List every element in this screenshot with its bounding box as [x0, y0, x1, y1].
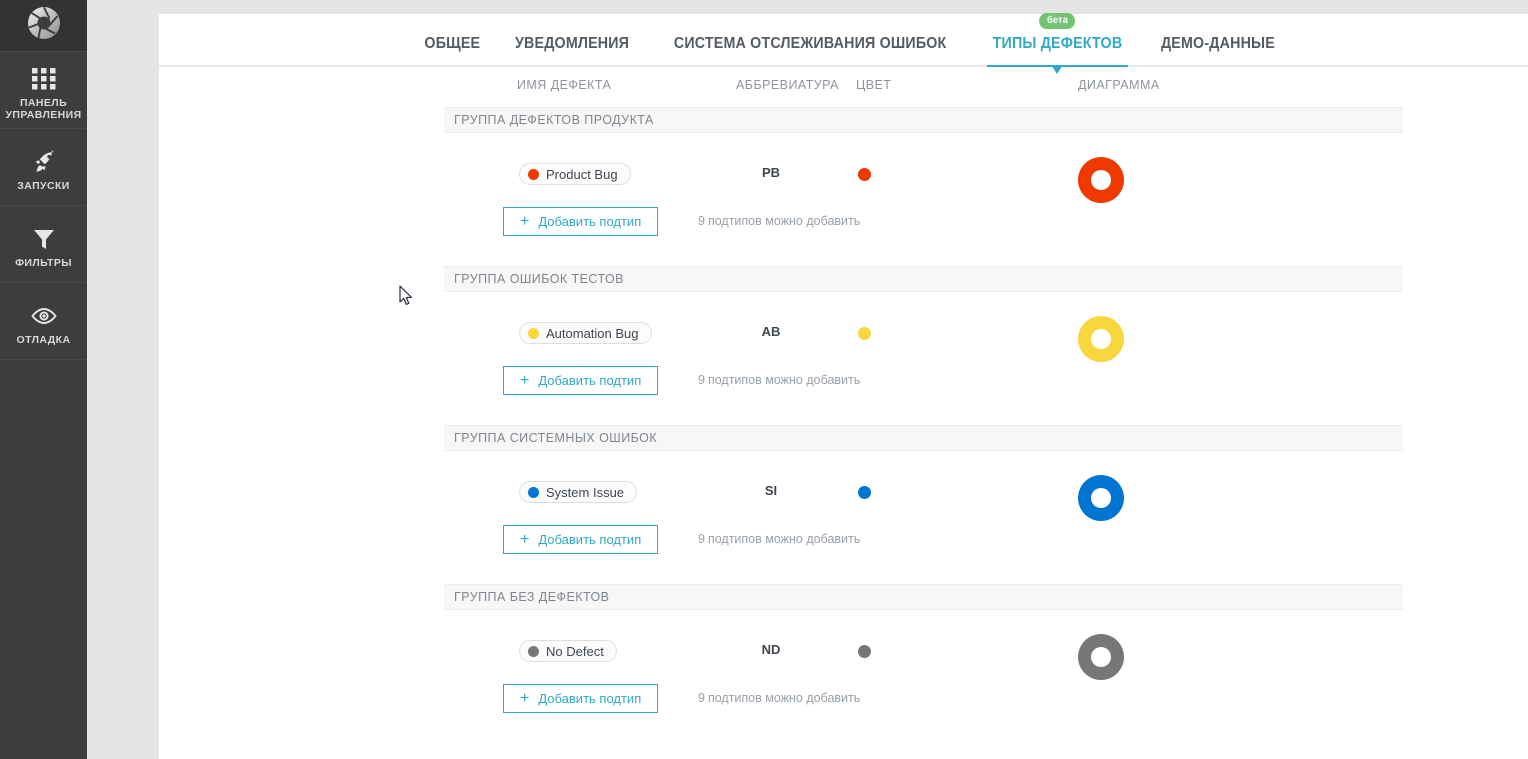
plus-icon: + [520, 691, 529, 707]
main-content-panel: ОБЩЕЕ УВЕДОМЛЕНИЯ СИСТЕМА ОТСЛЕЖИВАНИЯ О… [159, 14, 1528, 759]
defect-name-label: Product Bug [546, 167, 618, 182]
add-subtype-button-label: Добавить подтип [538, 532, 641, 547]
defect-name-badge[interactable]: System Issue [519, 481, 637, 503]
add-subtype-button-label: Добавить подтип [538, 373, 641, 388]
defect-color-swatch [858, 168, 871, 181]
remaining-subtypes-text: 9подтипов можно добавить [698, 214, 860, 228]
defect-group-label: ГРУППА БЕЗ ДЕФЕКТОВ [454, 590, 609, 604]
defect-abbreviation: SI [736, 483, 806, 498]
defect-color-dot-icon [528, 169, 539, 180]
add-subtype-button[interactable]: + Добавить подтип [503, 366, 658, 395]
defect-group-body: System Issue SI + Добавить подтип 9подти… [159, 451, 1528, 584]
defect-color-dot-icon [528, 646, 539, 657]
sidebar-item-launches-label: ЗАПУСКИ [17, 180, 69, 192]
defect-name-label: Automation Bug [546, 326, 639, 341]
defect-group: ГРУППА БЕЗ ДЕФЕКТОВ No Defect ND + Добав… [159, 584, 1528, 743]
remaining-subtypes-label: подтипов можно добавить [708, 214, 860, 228]
tab-defect-types[interactable]: бета ТИПЫ ДЕФЕКТОВ [979, 35, 1134, 65]
defect-color-swatch [858, 327, 871, 340]
defect-group-header: ГРУППА БЕЗ ДЕФЕКТОВ [444, 584, 1403, 610]
beta-badge: бета [1039, 13, 1075, 29]
column-header-defect-name: ИМЯ ДЕФЕКТА [517, 78, 611, 92]
add-subtype-button-label: Добавить подтип [538, 691, 641, 706]
defect-group-header: ГРУППА ДЕФЕКТОВ ПРОДУКТА [444, 107, 1403, 133]
plus-icon: + [520, 214, 529, 230]
add-subtype-button-label: Добавить подтип [538, 214, 641, 229]
remaining-subtypes-count: 9 [698, 532, 705, 546]
column-header-abbreviation: АББРЕВИАТУРА [736, 78, 839, 92]
defect-name-badge[interactable]: Product Bug [519, 163, 631, 185]
defect-name-label: No Defect [546, 644, 604, 659]
defect-name-label: System Issue [546, 485, 624, 500]
aperture-logo-icon [27, 6, 61, 45]
column-header-color: ЦВЕТ [856, 78, 891, 92]
tab-defect-types-label: ТИПЫ ДЕФЕКТОВ [992, 35, 1122, 52]
defect-group-header: ГРУППА СИСТЕМНЫХ ОШИБОК [444, 425, 1403, 451]
defect-abbreviation: ND [736, 642, 806, 657]
sidebar-item-filters-label: ФИЛЬТРЫ [15, 257, 72, 269]
sidebar-item-launches[interactable]: ЗАПУСКИ [0, 129, 87, 206]
tab-notifications-label: УВЕДОМЛЕНИЯ [515, 35, 629, 52]
defect-types-table: ИМЯ ДЕФЕКТА АББРЕВИАТУРА ЦВЕТ ДИАГРАММА … [159, 67, 1528, 743]
remaining-subtypes-label: подтипов можно добавить [708, 373, 860, 387]
tab-notifications[interactable]: УВЕДОМЛЕНИЯ [502, 35, 642, 65]
tab-bug-tracking-system-label: СИСТЕМА ОТСЛЕЖИВАНИЯ ОШИБОК [674, 35, 947, 52]
defect-name-badge[interactable]: Automation Bug [519, 322, 652, 344]
remaining-subtypes-label: подтипов можно добавить [708, 532, 860, 546]
defect-abbreviation: PB [736, 165, 806, 180]
defect-color-swatch [858, 486, 871, 499]
tab-demo-data[interactable]: ДЕМО-ДАННЫЕ [1148, 35, 1288, 65]
tab-bug-tracking-system[interactable]: СИСТЕМА ОТСЛЕЖИВАНИЯ ОШИБОК [661, 35, 959, 65]
funnel-icon [32, 224, 56, 254]
sidebar-item-filters[interactable]: ФИЛЬТРЫ [0, 206, 87, 283]
tab-general[interactable]: ОБЩЕЕ [411, 35, 493, 65]
sidebar-item-dashboard-label: ПАНЕЛЬ УПРАВЛЕНИЯ [0, 97, 87, 121]
tab-general-label: ОБЩЕЕ [424, 35, 480, 52]
add-subtype-button[interactable]: + Добавить подтип [503, 207, 658, 236]
defect-color-dot-icon [528, 328, 539, 339]
defect-group-label: ГРУППА ОШИБОК ТЕСТОВ [454, 272, 624, 286]
add-subtype-button[interactable]: + Добавить подтип [503, 684, 658, 713]
sidebar-item-debug[interactable]: ОТЛАДКА [0, 283, 87, 360]
defect-name-badge[interactable]: No Defect [519, 640, 617, 662]
eye-icon [30, 301, 58, 331]
defect-group: ГРУППА ДЕФЕКТОВ ПРОДУКТА Product Bug PB … [159, 107, 1528, 266]
defect-group: ГРУППА СИСТЕМНЫХ ОШИБОК System Issue SI … [159, 425, 1528, 584]
rocket-icon [31, 147, 57, 177]
table-column-headers: ИМЯ ДЕФЕКТА АББРЕВИАТУРА ЦВЕТ ДИАГРАММА [159, 67, 1528, 107]
defect-group-body: Product Bug PB + Добавить подтип 9подтип… [159, 133, 1528, 266]
sidebar-item-debug-label: ОТЛАДКА [17, 334, 71, 346]
defect-diagram-donut [1078, 316, 1124, 362]
tab-demo-data-label: ДЕМО-ДАННЫЕ [1161, 35, 1275, 52]
defect-group-body: Automation Bug AB + Добавить подтип 9под… [159, 292, 1528, 425]
grid-icon [32, 64, 56, 94]
defect-group-label: ГРУППА СИСТЕМНЫХ ОШИБОК [454, 431, 657, 445]
defect-abbreviation: AB [736, 324, 806, 339]
defect-color-swatch [858, 645, 871, 658]
sidebar-item-dashboard[interactable]: ПАНЕЛЬ УПРАВЛЕНИЯ [0, 52, 87, 129]
remaining-subtypes-count: 9 [698, 373, 705, 387]
remaining-subtypes-text: 9подтипов можно добавить [698, 691, 860, 705]
plus-icon: + [520, 532, 529, 548]
defect-group: ГРУППА ОШИБОК ТЕСТОВ Automation Bug AB +… [159, 266, 1528, 425]
remaining-subtypes-text: 9подтипов можно добавить [698, 532, 860, 546]
defect-diagram-donut [1078, 634, 1124, 680]
settings-tab-bar: ОБЩЕЕ УВЕДОМЛЕНИЯ СИСТЕМА ОТСЛЕЖИВАНИЯ О… [159, 14, 1528, 67]
remaining-subtypes-count: 9 [698, 214, 705, 228]
remaining-subtypes-text: 9подтипов можно добавить [698, 373, 860, 387]
defect-group-label: ГРУППА ДЕФЕКТОВ ПРОДУКТА [454, 113, 654, 127]
plus-icon: + [520, 373, 529, 389]
defect-group-header: ГРУППА ОШИБОК ТЕСТОВ [444, 266, 1403, 292]
defect-group-body: No Defect ND + Добавить подтип 9подтипов… [159, 610, 1528, 743]
remaining-subtypes-label: подтипов можно добавить [708, 691, 860, 705]
remaining-subtypes-count: 9 [698, 691, 705, 705]
defect-diagram-donut [1078, 157, 1124, 203]
column-header-diagram: ДИАГРАММА [1078, 78, 1160, 92]
sidebar: ПАНЕЛЬ УПРАВЛЕНИЯ ЗАПУСКИ ФИЛЬТРЫ [0, 0, 87, 759]
app-logo[interactable] [0, 0, 87, 52]
add-subtype-button[interactable]: + Добавить подтип [503, 525, 658, 554]
defect-diagram-donut [1078, 475, 1124, 521]
defect-color-dot-icon [528, 487, 539, 498]
